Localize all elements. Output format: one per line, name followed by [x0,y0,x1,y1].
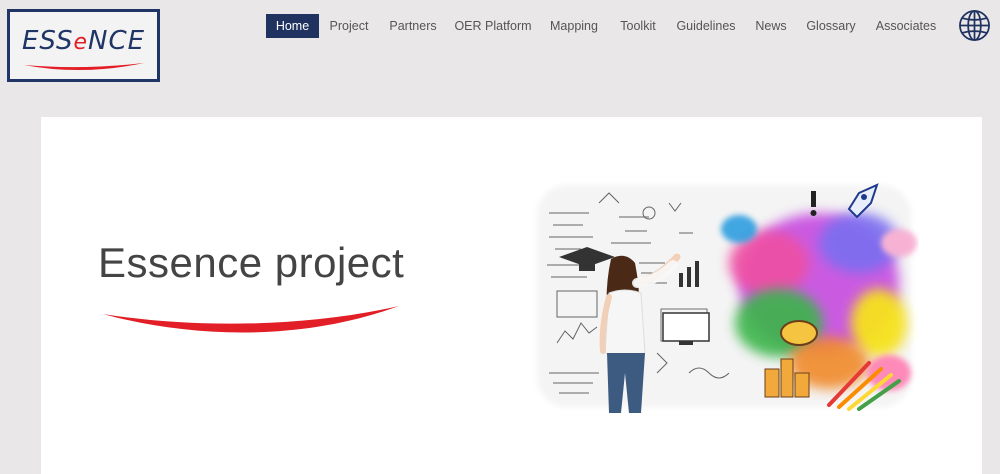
nav-item-associates[interactable]: Associates [871,14,941,38]
nav-item-mapping[interactable]: Mapping [546,14,602,38]
nav-item-news[interactable]: News [751,14,791,38]
site-logo[interactable]: ESSeNCE [7,9,160,82]
logo-swoosh [24,63,144,71]
logo-wordmark: ESSeNCE [21,26,146,56]
hero-card: Essence project [41,117,982,474]
nav-item-guidelines[interactable]: Guidelines [673,14,739,38]
nav-item-oer-platform[interactable]: OER Platform [452,14,534,38]
globe-icon[interactable] [958,9,991,42]
nav-item-glossary[interactable]: Glossary [803,14,859,38]
nav-item-toolkit[interactable]: Toolkit [615,14,661,38]
nav-item-project[interactable]: Project [325,14,373,38]
hero-title: Essence project [98,239,405,286]
main-nav: Home Project Partners OER Platform Mappi… [265,14,1000,38]
hero-underline [103,306,399,333]
hero-illustration [537,183,917,413]
nav-item-partners[interactable]: Partners [385,14,441,38]
nav-item-home[interactable]: Home [266,14,319,38]
